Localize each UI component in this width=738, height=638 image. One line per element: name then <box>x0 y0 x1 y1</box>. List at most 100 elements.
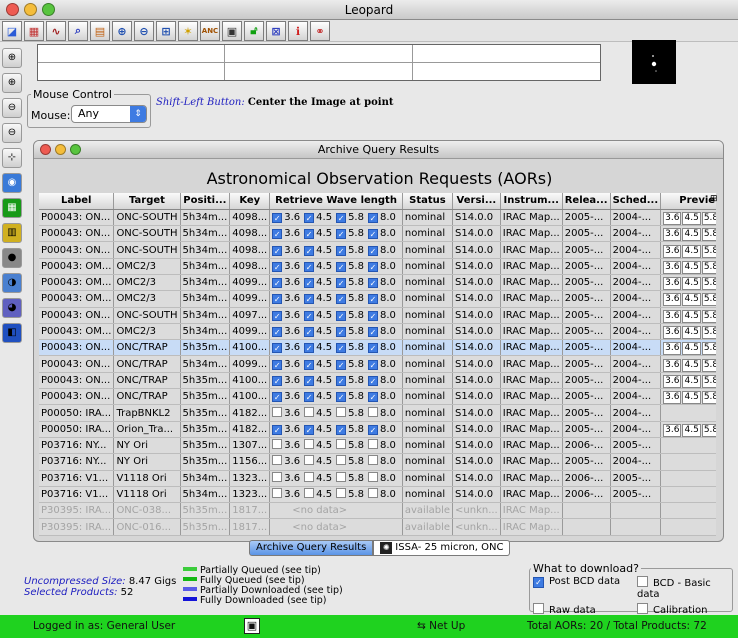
zoom-out-icon[interactable]: ⊖ <box>2 98 22 118</box>
wave-checkbox[interactable]: ✓ <box>304 392 315 403</box>
wave-checkbox[interactable]: ✓ <box>304 343 315 354</box>
table-row[interactable]: P00043: ON... ONC-SOUTH 5h34m... 4097... ✓ 3.… <box>39 307 716 324</box>
wave-checkbox[interactable]: ✓ <box>272 212 283 223</box>
download-option[interactable]: BCD - Basic data <box>637 576 731 600</box>
table-row[interactable]: P03716: V1... V1118 Ori 5h34m... 1323... 3.6… <box>39 486 716 504</box>
layers-icon[interactable]: ◧ <box>2 323 22 343</box>
wave-checkbox[interactable]: ✓ <box>336 261 347 272</box>
tab-issa-image[interactable]: ✺ ISSA- 25 micron, ONC <box>373 540 511 556</box>
search-icon[interactable]: ⌕ <box>68 21 88 41</box>
wave-checkbox[interactable]: ✓ <box>272 294 283 305</box>
zoom-window-button[interactable] <box>70 144 81 155</box>
wave-checkbox[interactable]: ✓ <box>272 245 283 256</box>
table-row[interactable]: P00050: IRA... TrapBNKL2 5h35m... 4182... 3.… <box>39 404 716 422</box>
preview-button[interactable]: 3.6 <box>663 342 682 355</box>
preview-button[interactable]: 5.8 <box>701 358 716 372</box>
close-box-icon[interactable]: ⊠ <box>266 21 286 41</box>
wave-checkbox[interactable]: ✓ <box>336 375 347 386</box>
table-row[interactable]: P00043: OM... OMC2/3 5h34m... 4099... ✓ 3.6 ✓ 4… <box>39 274 716 292</box>
preview-button[interactable]: 5.8 <box>701 277 716 290</box>
preview-button[interactable]: 4.5 <box>682 277 701 290</box>
close-window-button[interactable] <box>40 144 51 155</box>
stretch-icon[interactable]: ◑ <box>2 273 22 293</box>
wave-checkbox[interactable] <box>336 455 347 466</box>
column-chooser-icon[interactable]: ⊞ <box>710 194 720 206</box>
wave-checkbox[interactable]: ✓ <box>304 261 315 272</box>
preview-button[interactable]: 4.5 <box>682 374 701 388</box>
plot-icon[interactable]: ∿ <box>46 21 66 41</box>
wave-checkbox[interactable] <box>304 487 315 498</box>
minimize-window-button[interactable] <box>24 3 37 16</box>
table-row[interactable]: P00043: ON... ONC/TRAP 5h34m... 4099... ✓ 3.6… <box>39 355 716 373</box>
mouse-mode-select[interactable]: Any ⇕ <box>71 105 147 123</box>
star-icon[interactable]: ✶ <box>178 21 198 41</box>
anc-button[interactable]: ANC <box>200 21 220 41</box>
column-header[interactable]: Sched... <box>610 193 662 210</box>
preview-button[interactable]: 3.6 <box>663 391 682 404</box>
preview-button[interactable]: 5.8 <box>701 326 716 339</box>
table-row[interactable]: P00050: IRA... Orion_Tra... 5h35m... 4182..… <box>39 421 716 438</box>
table-row[interactable]: P00043: OM... OMC2/3 5h34m... 4098... ✓ 3.6 ✓ 4… <box>39 258 716 275</box>
table-row[interactable]: P03716: NY... NY Ori 5h35m... 1156... 3.6 4.5… <box>39 453 716 471</box>
wave-checkbox[interactable]: ✓ <box>367 310 378 321</box>
column-header[interactable]: Preview <box>660 193 716 210</box>
preview-button[interactable]: 3.6 <box>663 309 682 323</box>
wave-checkbox[interactable]: ✓ <box>367 327 378 338</box>
wave-checkbox[interactable]: ✓ <box>272 310 283 321</box>
wave-checkbox[interactable]: ✓ <box>336 229 347 240</box>
grid-icon[interactable]: ▤ <box>90 21 110 41</box>
wave-checkbox[interactable]: ✓ <box>336 212 347 223</box>
wave-checkbox[interactable] <box>272 439 283 450</box>
wave-checkbox[interactable]: ✓ <box>367 294 378 305</box>
preview-button[interactable]: 3.6 <box>663 358 682 372</box>
wave-checkbox[interactable]: ✓ <box>367 261 378 272</box>
download-option[interactable]: ✓ Post BCD data <box>533 576 637 600</box>
preview-button[interactable]: 4.5 <box>682 391 701 404</box>
wave-checkbox[interactable]: ✓ <box>272 261 283 272</box>
preview-button[interactable]: 5.8 <box>701 309 716 323</box>
preview-button[interactable]: 4.5 <box>682 228 701 241</box>
zoom-icon[interactable]: ⊕ <box>112 21 132 41</box>
download-checkbox[interactable] <box>533 603 544 614</box>
preview-button[interactable]: 5.8 <box>701 423 716 437</box>
link-icon[interactable]: ⚭ <box>310 21 330 41</box>
preview-button[interactable]: 3.6 <box>663 293 682 307</box>
preview-button[interactable]: 5.8 <box>701 374 716 388</box>
wave-checkbox[interactable]: ✓ <box>336 327 347 338</box>
column-header[interactable]: Key <box>229 193 271 210</box>
zoom-in-icon[interactable]: ⊞ <box>156 21 176 41</box>
color-icon[interactable]: ◕ <box>2 298 22 318</box>
wave-checkbox[interactable]: ✓ <box>336 278 347 289</box>
preview-button[interactable]: 3.6 <box>663 277 682 290</box>
wave-checkbox[interactable] <box>367 406 378 417</box>
preview-button[interactable]: 3.6 <box>663 374 682 388</box>
table-row[interactable]: P00043: ON... ONC/TRAP 5h35m... 4100... ✓ 3.6… <box>39 339 716 357</box>
open-icon[interactable]: ◪ <box>2 21 22 41</box>
wave-checkbox[interactable]: ✓ <box>272 359 283 370</box>
preview-button[interactable]: 4.5 <box>682 260 701 274</box>
wave-checkbox[interactable]: ✓ <box>304 310 315 321</box>
table-row[interactable]: P30395: IRA... ONC-016... 5h35m... 1817... <… <box>39 518 716 536</box>
catalog-icon[interactable]: ▥ <box>2 223 22 243</box>
wave-checkbox[interactable]: ✓ <box>336 424 347 435</box>
wave-checkbox[interactable]: ✓ <box>367 424 378 435</box>
wave-checkbox[interactable] <box>336 439 347 450</box>
preview-button[interactable]: 5.8 <box>701 228 716 241</box>
wave-checkbox[interactable]: ✓ <box>272 424 283 435</box>
preview-button[interactable]: 3.6 <box>663 260 682 274</box>
target-icon[interactable]: ◉ <box>2 173 22 193</box>
table-row[interactable]: P00043: ON... ONC/TRAP 5h35m... 4100... ✓ 3.6… <box>39 372 716 390</box>
preview-button[interactable]: 3.6 <box>663 423 682 437</box>
download-checkbox[interactable] <box>637 576 648 587</box>
preview-button[interactable]: 4.5 <box>682 309 701 323</box>
wave-checkbox[interactable]: ✓ <box>272 375 283 386</box>
zoom-all-icon[interactable]: ⊕ <box>2 73 22 93</box>
wave-checkbox[interactable] <box>336 471 347 482</box>
download-checkbox[interactable]: ✓ <box>533 577 544 588</box>
wave-checkbox[interactable]: ✓ <box>304 245 315 256</box>
wave-checkbox[interactable]: ✓ <box>272 327 283 338</box>
wave-checkbox[interactable]: ✓ <box>304 278 315 289</box>
wave-checkbox[interactable]: ✓ <box>367 212 378 223</box>
column-header[interactable]: Instrum... <box>500 193 563 210</box>
wave-checkbox[interactable]: ✓ <box>304 375 315 386</box>
